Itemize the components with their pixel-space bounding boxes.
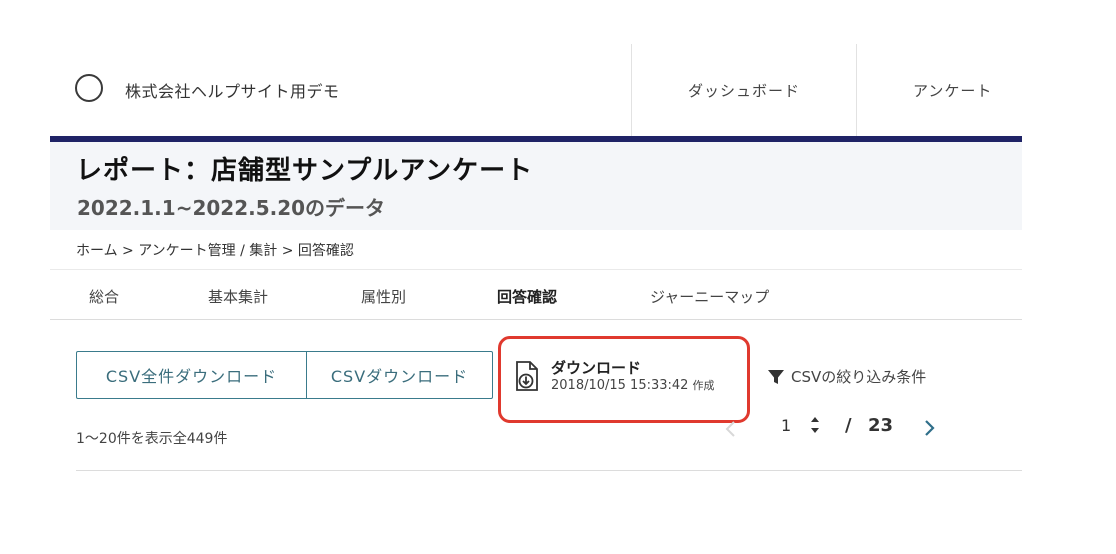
file-download-icon xyxy=(515,361,539,395)
csv-button-group: CSV全件ダウンロード CSVダウンロード xyxy=(76,351,493,399)
download-date: 2018/10/15 15:33:42 作成 xyxy=(551,378,715,393)
list-divider xyxy=(76,470,1022,471)
download-title: ダウンロード xyxy=(551,359,642,377)
result-count: 1〜20件を表示全449件 xyxy=(76,431,228,447)
csv-all-download-button[interactable]: CSV全件ダウンロード xyxy=(76,351,307,399)
tab-answer-check[interactable]: 回答確認 xyxy=(497,286,557,307)
page-number-total: 23 xyxy=(868,415,894,436)
tab-basic-summary[interactable]: 基本集計 xyxy=(208,286,268,307)
nav-dashboard[interactable]: ダッシュボード xyxy=(631,44,856,136)
tabs-divider xyxy=(50,319,1022,320)
tab-overview[interactable]: 総合 xyxy=(89,286,119,307)
logo-icon[interactable] xyxy=(75,74,103,102)
page-subtitle: 2022.1.1~2022.5.20のデータ xyxy=(77,196,386,220)
chevron-left-icon[interactable] xyxy=(722,418,740,440)
tab-journey-map[interactable]: ジャーニーマップ xyxy=(650,286,769,307)
page-title: レポート：店舗型サンプルアンケート xyxy=(76,156,534,186)
filter-icon xyxy=(768,369,784,384)
page-number-current[interactable]: 1 xyxy=(781,416,791,435)
page-stepper-icon[interactable] xyxy=(808,414,822,436)
divider xyxy=(50,269,1022,270)
company-name: 株式会社ヘルプサイト用デモ xyxy=(125,82,340,101)
report-title-block: レポート：店舗型サンプルアンケート 2022.1.1~2022.5.20のデータ xyxy=(50,142,1022,230)
tab-attributes[interactable]: 属性別 xyxy=(361,286,406,307)
filter-label: CSVの絞り込み条件 xyxy=(791,368,927,386)
app-header: 株式会社ヘルプサイト用デモ ダッシュボード アンケート xyxy=(0,44,1022,136)
nav-survey[interactable]: アンケート xyxy=(856,44,1060,136)
page-separator: / xyxy=(845,415,852,436)
download-file-box[interactable]: ダウンロード 2018/10/15 15:33:42 作成 xyxy=(498,336,750,423)
csv-download-button[interactable]: CSVダウンロード xyxy=(307,351,493,399)
breadcrumb[interactable]: ホーム > アンケート管理 / 集計 > 回答確認 xyxy=(76,240,354,260)
chevron-right-icon[interactable] xyxy=(920,417,938,439)
page: 株式会社ヘルプサイト用デモ ダッシュボード アンケート レポート：店舗型サンプル… xyxy=(0,0,1116,554)
csv-filter-button[interactable]: CSVの絞り込み条件 xyxy=(767,366,926,387)
